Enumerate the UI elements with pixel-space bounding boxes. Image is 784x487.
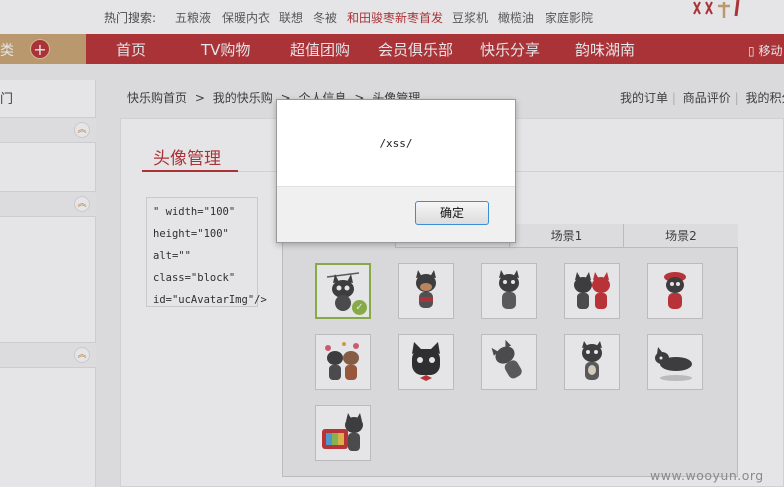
watermark: www.wooyun.org	[650, 468, 764, 483]
alert-message: /xss/	[379, 137, 413, 150]
alert-dialog: /xss/ 确定	[276, 99, 516, 243]
modal-overlay	[0, 0, 784, 487]
alert-footer: 确定	[277, 186, 515, 242]
ok-button[interactable]: 确定	[415, 201, 489, 225]
